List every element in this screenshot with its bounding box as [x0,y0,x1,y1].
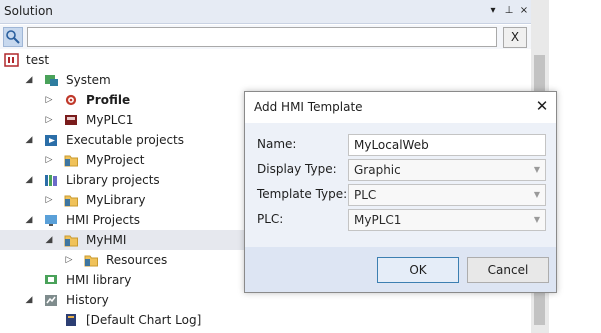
tree-item-label: Profile [86,93,131,107]
name-value: MyLocalWeb [354,138,429,152]
ok-button[interactable]: OK [377,257,459,283]
tree-item-label: test [26,53,50,67]
pin-icon[interactable]: ⊥ [502,3,516,19]
collapse-arrow-icon[interactable]: ◢ [24,290,34,310]
template-type-value: PLC [354,188,377,202]
solution-icon [4,53,19,67]
dialog-title: Add HMI Template [254,100,363,114]
folder-icon [64,153,79,167]
expand-arrow-icon[interactable]: ▷ [44,190,54,210]
display-type-value: Graphic [354,163,401,177]
dialog-footer: OK Cancel [245,247,556,292]
template-type-label: Template Type: [257,187,348,201]
template-type-select[interactable]: PLC ▼ [348,184,546,206]
tree-item-default-chart-log[interactable]: [Default Chart Log] [0,310,531,330]
executable-projects-icon [44,133,59,147]
chevron-down-icon: ▼ [533,165,540,174]
history-icon [44,293,59,307]
dialog-body: Name: MyLocalWeb Display Type: Graphic ▼… [245,123,556,247]
dialog-titlebar: Add HMI Template ✕ [245,92,556,123]
hmi-projects-icon [44,213,59,227]
add-hmi-template-dialog: Add HMI Template ✕ Name: MyLocalWeb Disp… [244,91,557,293]
collapse-arrow-icon[interactable]: ◢ [24,70,34,90]
expand-arrow-icon[interactable]: ▷ [44,90,54,110]
tree-item-label: [Default Chart Log] [86,313,202,327]
tree-item-system[interactable]: ◢ System [0,70,531,90]
display-type-select[interactable]: Graphic ▼ [348,159,546,181]
chart-log-icon [64,313,79,327]
tree-item-label: History [66,293,109,307]
expand-arrow-icon[interactable]: ▷ [64,250,74,270]
chevron-down-icon: ▼ [533,215,540,224]
tree-item-label: MyProject [86,153,145,167]
tree-item-label: MyPLC1 [86,113,134,127]
cancel-button[interactable]: Cancel [467,257,549,283]
tree-item-label: Library projects [66,173,160,187]
close-icon[interactable]: ✕ [533,97,551,115]
collapse-arrow-icon[interactable]: ◢ [24,130,34,150]
solution-panel-header: Solution ▾ ⊥ × [0,0,531,24]
plc-value: MyPLC1 [354,213,402,227]
dropdown-icon[interactable]: ▾ [486,3,500,19]
tree-item-label: MyLibrary [86,193,146,207]
plc-label: PLC: [257,212,284,226]
gear-icon [64,93,79,107]
system-icon [44,73,59,87]
collapse-arrow-icon[interactable]: ◢ [24,210,34,230]
search-bar: X [0,25,531,49]
plc-icon [64,113,79,127]
tree-item-label: HMI library [66,273,132,287]
folder-icon [64,193,79,207]
collapse-arrow-icon[interactable]: ◢ [44,230,54,250]
tree-item-label: Resources [106,253,168,267]
tree-item-history[interactable]: ◢ History [0,290,531,310]
tree-item-label: System [66,73,111,87]
close-panel-icon[interactable]: × [517,3,531,19]
plc-select[interactable]: MyPLC1 ▼ [348,209,546,231]
folder-icon [64,233,79,247]
expand-arrow-icon[interactable]: ▷ [44,110,54,130]
tree-item-test[interactable]: test [0,50,531,70]
display-type-label: Display Type: [257,162,337,176]
folder-icon [84,253,99,267]
panel-title: Solution [4,4,53,18]
expand-arrow-icon[interactable]: ▷ [44,150,54,170]
name-label: Name: [257,137,297,151]
tree-item-label: HMI Projects [66,213,141,227]
clear-search-button[interactable]: X [503,27,527,48]
hmi-library-icon [44,273,59,287]
search-input[interactable] [27,27,497,47]
search-icon[interactable] [3,27,23,47]
tree-item-label: Executable projects [66,133,185,147]
name-field[interactable]: MyLocalWeb [348,134,546,156]
chevron-down-icon: ▼ [533,190,540,199]
library-icon [44,173,59,187]
tree-item-label: MyHMI [86,233,127,247]
collapse-arrow-icon[interactable]: ◢ [24,170,34,190]
